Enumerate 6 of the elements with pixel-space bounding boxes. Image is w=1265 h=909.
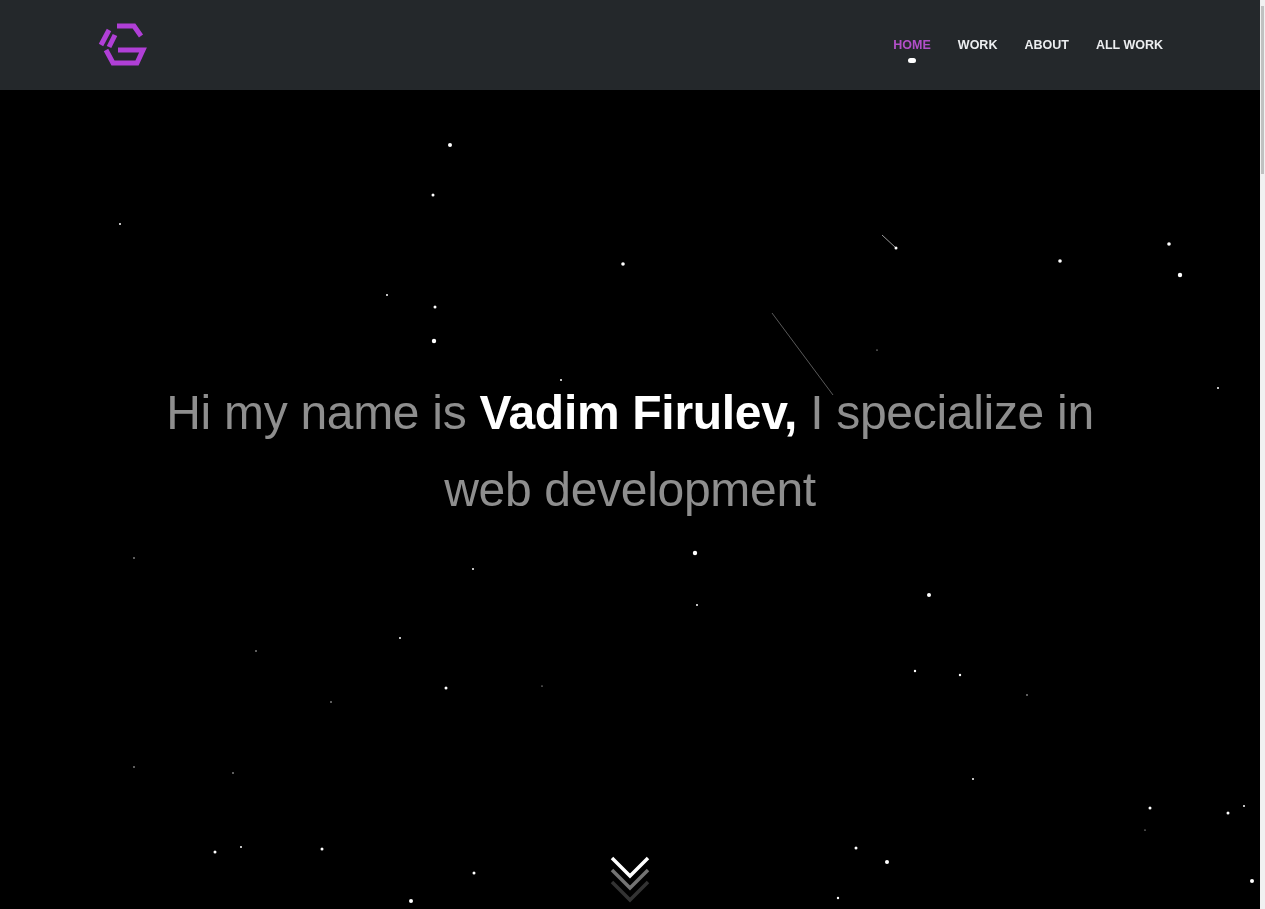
scrollbar[interactable] [1260,0,1265,909]
hero-headline: Hi my name is Vadim Firulev, I specialize in web development [165,385,1095,518]
nav-link[interactable]: ABOUT [1024,34,1069,56]
nav-link[interactable]: WORK [957,34,998,56]
logo-icon[interactable] [96,21,148,69]
nav-link[interactable]: ALL WORK [1095,34,1163,56]
